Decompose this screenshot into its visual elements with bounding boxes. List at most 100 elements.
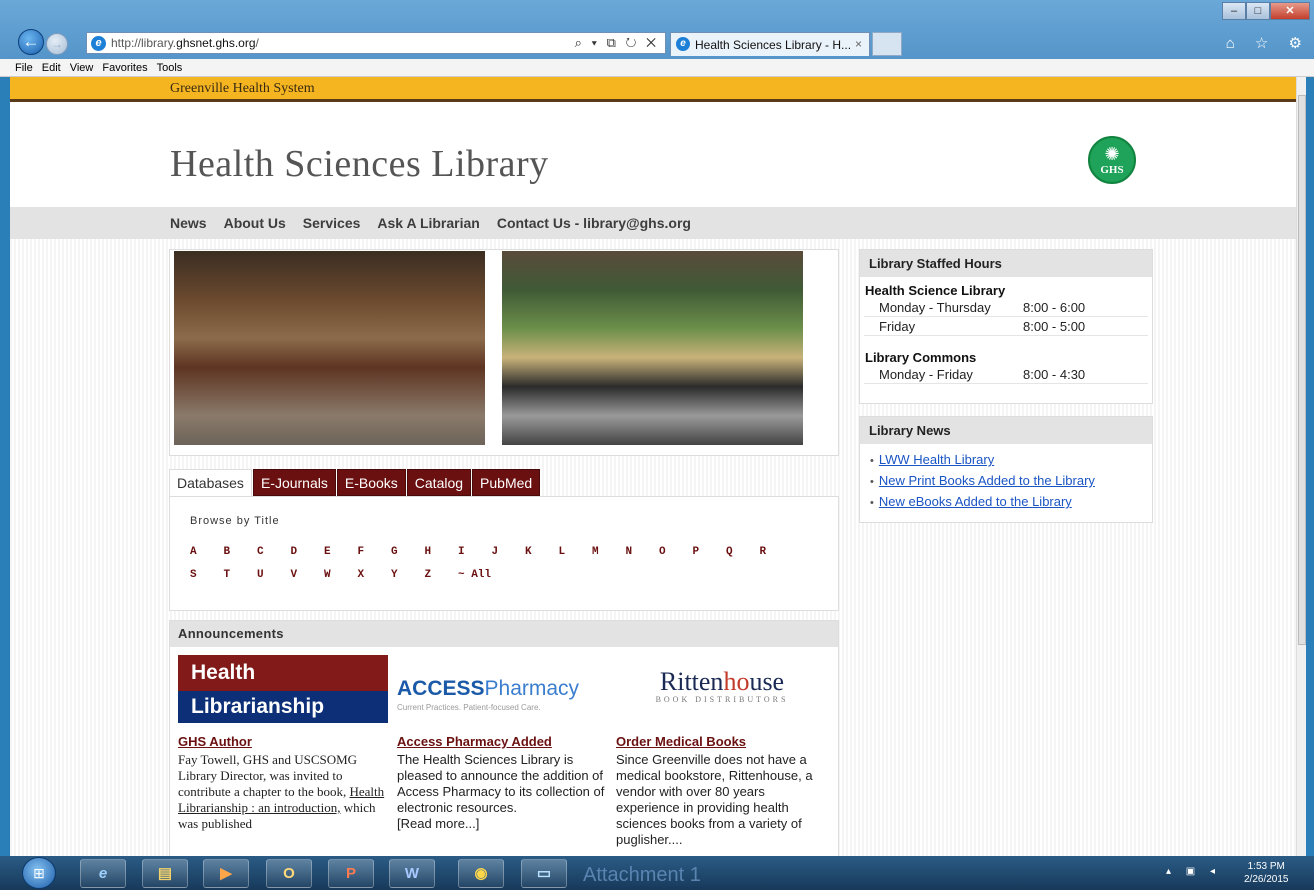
announcement-title[interactable]: GHS Author xyxy=(178,734,390,749)
nav-ask-a-librarian[interactable]: Ask A Librarian xyxy=(377,207,479,239)
hours-section-title: Health Science Library xyxy=(865,283,1006,298)
nav-news[interactable]: News xyxy=(170,207,207,239)
library-reading-room-photo xyxy=(174,251,485,445)
nav-contact-us[interactable]: Contact Us - library@ghs.org xyxy=(497,207,691,239)
paint-icon[interactable]: ▭ xyxy=(521,859,567,888)
letter-link[interactable]: V xyxy=(291,564,325,587)
letter-link[interactable]: I xyxy=(458,541,492,564)
announcement-rittenhouse: Rittenhouse BOOK DISTRIBUTORS Order Medi… xyxy=(616,655,828,848)
announcement-title[interactable]: Order Medical Books xyxy=(616,734,828,749)
letter-link[interactable]: U xyxy=(257,564,291,587)
letter-link[interactable]: X xyxy=(358,564,392,587)
letter-link[interactable]: H xyxy=(425,541,459,564)
letter-link[interactable]: S xyxy=(190,564,224,587)
letter-link[interactable]: F xyxy=(358,541,392,564)
system-clock[interactable]: 1:53 PM 2/26/2015 xyxy=(1244,860,1289,886)
nav-services[interactable]: Services xyxy=(303,207,361,239)
system-tray-icons[interactable]: ▴ ▣ ◂ xyxy=(1166,866,1221,877)
letter-link[interactable]: K xyxy=(525,541,559,564)
announcement-title[interactable]: Access Pharmacy Added xyxy=(397,734,609,749)
site-title[interactable]: Health Sciences Library xyxy=(170,142,549,186)
cover-line-1: Health xyxy=(178,655,388,691)
address-tools-icons[interactable]: ⌕ ▾ ⧉ ↻ ✕ xyxy=(575,35,659,51)
hours-row: Friday 8:00 - 5:00 xyxy=(864,317,1148,336)
menu-view[interactable]: View xyxy=(70,60,94,77)
alphabet-links: A B C D E F G H I J K L M N O P Q R S T U V W X Y Z ~ All xyxy=(190,541,810,587)
letter-link[interactable]: T xyxy=(224,564,258,587)
taskbar-window-label[interactable]: Attachment 1 xyxy=(583,864,701,887)
browser-tab[interactable]: e Health Sciences Library - H... × xyxy=(670,32,870,56)
page-scrollbar[interactable] xyxy=(1296,77,1306,856)
tab-databases[interactable]: Databases xyxy=(169,469,252,496)
announcement-ghs-author: Health Librarianship GHS Author Fay Towe… xyxy=(178,655,390,832)
menu-bar: File Edit View Favorites Tools xyxy=(0,59,1314,77)
windows-start-icon[interactable]: ⊞ xyxy=(22,857,56,889)
close-button[interactable]: ✕ xyxy=(1270,2,1310,20)
letter-link[interactable]: E xyxy=(324,541,358,564)
announcement-text: The Health Sciences Library is pleased t… xyxy=(397,752,605,831)
menu-favorites[interactable]: Favorites xyxy=(102,60,147,77)
news-link[interactable]: New Print Books Added to the Library xyxy=(879,473,1095,488)
site-header: Health Sciences Library ✺ GHS xyxy=(10,102,1306,207)
maximize-button[interactable]: □ xyxy=(1246,2,1270,20)
letter-link[interactable]: ~ All xyxy=(458,564,518,587)
cover-line-2: Librarianship xyxy=(178,691,388,723)
back-button[interactable]: ← xyxy=(18,29,44,55)
letter-link[interactable]: D xyxy=(291,541,325,564)
library-atrium-photo xyxy=(502,251,803,445)
news-link[interactable]: New eBooks Added to the Library xyxy=(879,494,1072,509)
letter-link[interactable]: M xyxy=(592,541,626,564)
media-player-icon[interactable]: ▶ xyxy=(203,859,249,888)
window-titlebar xyxy=(0,0,1314,30)
letter-link[interactable]: Z xyxy=(425,564,459,587)
tab-pubmed[interactable]: PubMed xyxy=(472,469,541,496)
news-list: • LWW Health Library • New Print Books Add… xyxy=(860,444,1152,513)
tab-e-books[interactable]: E-Books xyxy=(336,469,406,496)
tab-close-icon[interactable]: × xyxy=(855,37,862,51)
letter-link[interactable]: R xyxy=(760,541,794,564)
letter-link[interactable]: N xyxy=(626,541,660,564)
scrollbar-thumb[interactable] xyxy=(1298,95,1306,645)
org-name[interactable]: Greenville Health System xyxy=(170,81,315,96)
word-icon[interactable]: W xyxy=(389,859,435,888)
file-explorer-icon[interactable]: ▤ xyxy=(142,859,188,888)
logo-text: GHS xyxy=(1100,164,1124,176)
letter-link[interactable]: Y xyxy=(391,564,425,587)
browser-chrome: ← → e http://library.ghsnet.ghs.org/ ⌕ ▾… xyxy=(0,0,1314,77)
letter-link[interactable]: B xyxy=(224,541,258,564)
news-link[interactable]: LWW Health Library xyxy=(879,452,994,467)
internet-explorer-icon[interactable]: e xyxy=(80,859,126,888)
new-tab-button[interactable] xyxy=(872,32,902,56)
menu-tools[interactable]: Tools xyxy=(157,60,183,77)
access-pharmacy-logo[interactable]: ACCESSPharmacy Current Practices. Patien… xyxy=(397,655,609,725)
health-librarianship-cover[interactable]: Health Librarianship xyxy=(178,655,388,725)
letter-link[interactable]: C xyxy=(257,541,291,564)
letter-link[interactable]: L xyxy=(559,541,593,564)
menu-file[interactable]: File xyxy=(15,60,33,77)
letter-link[interactable]: A xyxy=(190,541,224,564)
read-more-link[interactable]: [Read more...] xyxy=(397,816,479,831)
letter-link[interactable]: P xyxy=(693,541,727,564)
staffed-hours-panel: Library Staffed Hours Health Science Lib… xyxy=(859,249,1153,404)
letter-link[interactable]: G xyxy=(391,541,425,564)
forward-button[interactable]: → xyxy=(46,33,68,55)
main-content: Databases E-Journals E-Books Catalog PubMed … xyxy=(10,239,1306,856)
powerpoint-icon[interactable]: P xyxy=(328,859,374,888)
address-bar[interactable]: e http://library.ghsnet.ghs.org/ ⌕ ▾ ⧉ ↻… xyxy=(86,32,666,54)
letter-link[interactable]: W xyxy=(324,564,358,587)
nav-about-us[interactable]: About Us xyxy=(224,207,286,239)
minimize-button[interactable]: – xyxy=(1222,2,1246,20)
chrome-icon[interactable]: ◉ xyxy=(458,859,504,888)
letter-link[interactable]: J xyxy=(492,541,526,564)
outlook-icon[interactable]: O xyxy=(266,859,312,888)
rittenhouse-logo[interactable]: Rittenhouse BOOK DISTRIBUTORS xyxy=(616,655,828,725)
tab-catalog[interactable]: Catalog xyxy=(406,469,472,496)
letter-link[interactable]: Q xyxy=(726,541,760,564)
address-url[interactable]: http://library.ghsnet.ghs.org/ xyxy=(111,36,259,50)
menu-edit[interactable]: Edit xyxy=(42,60,61,77)
ghs-logo[interactable]: ✺ GHS xyxy=(1088,136,1136,184)
hours-row: Monday - Thursday 8:00 - 6:00 xyxy=(864,298,1148,317)
home-favorites-settings-icons[interactable]: ⌂ ☆ ⚙ xyxy=(1226,34,1310,52)
letter-link[interactable]: O xyxy=(659,541,693,564)
tab-e-journals[interactable]: E-Journals xyxy=(252,469,336,496)
